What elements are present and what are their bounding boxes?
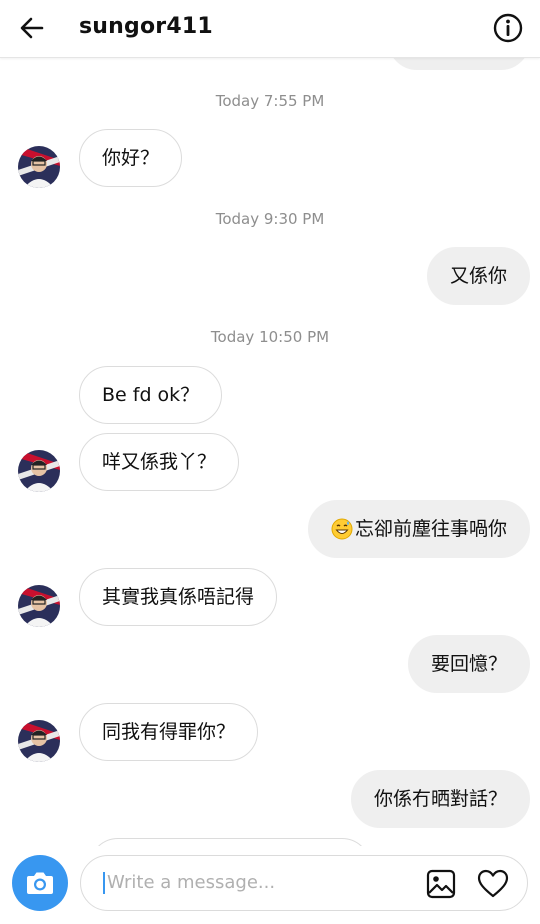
- timestamp: Today 9:30 PM: [215, 210, 325, 228]
- message-input[interactable]: Write a message...: [80, 855, 528, 911]
- chat-title[interactable]: sungor411: [79, 13, 213, 41]
- incoming-message[interactable]: 其實我真係唔記得: [79, 568, 278, 626]
- outgoing-message[interactable]: 又係你: [426, 247, 530, 305]
- camera-icon: [27, 872, 53, 894]
- outgoing-message[interactable]: 要回憶？: [407, 635, 530, 693]
- outgoing-message[interactable]: 忘卻前塵往事喎你: [307, 500, 530, 558]
- message-text: 忘卻前塵往事喎你: [354, 518, 507, 540]
- gallery-icon[interactable]: [425, 868, 457, 900]
- incoming-message[interactable]: Be fd ok？: [79, 366, 223, 424]
- incoming-message[interactable]: 咩又係我丫？: [79, 433, 240, 491]
- avatar[interactable]: [18, 720, 60, 762]
- camera-button[interactable]: [12, 855, 68, 911]
- avatar[interactable]: [18, 146, 60, 188]
- grinning-sweat-emoji-icon: [331, 518, 353, 540]
- timestamp: Today 10:50 PM: [210, 328, 330, 346]
- message-thread[interactable]: Today 7:55 PM 你好？ Today 9:30 PM 又係你 Toda…: [0, 58, 540, 846]
- info-icon[interactable]: [492, 12, 524, 44]
- message-bubble-partial[interactable]: [388, 58, 530, 70]
- incoming-message[interactable]: 同我有得罪你？: [79, 703, 259, 761]
- back-arrow-icon[interactable]: [16, 12, 48, 44]
- chat-header: sungor411: [0, 0, 540, 58]
- outgoing-message[interactable]: 你係冇晒對話？: [350, 770, 530, 828]
- avatar[interactable]: [18, 585, 60, 627]
- message-bubble-partial[interactable]: [89, 838, 371, 846]
- heart-icon[interactable]: [477, 868, 509, 900]
- incoming-message[interactable]: 你好？: [79, 129, 183, 187]
- message-input-placeholder: Write a message...: [103, 872, 275, 894]
- timestamp: Today 7:55 PM: [215, 92, 325, 110]
- avatar[interactable]: [18, 450, 60, 492]
